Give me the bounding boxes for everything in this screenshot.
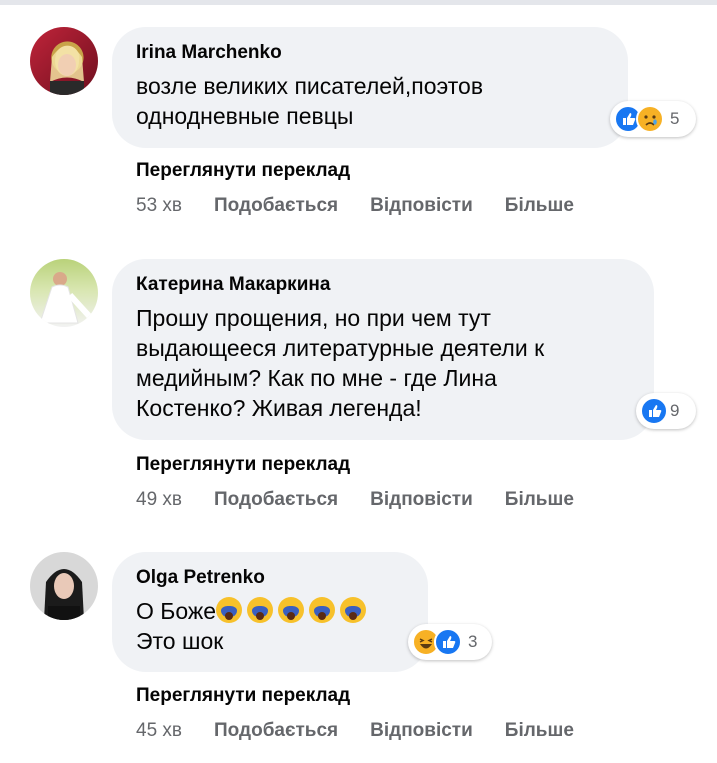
reply-button[interactable]: Відповісти xyxy=(370,195,473,217)
like-reaction-icon xyxy=(434,628,462,656)
reaction-count: 9 xyxy=(670,401,680,420)
more-button[interactable]: Більше xyxy=(505,489,574,511)
comment-actions: 45 хв Подобається Відповісти Більше xyxy=(136,720,606,742)
see-translation-link[interactable]: Переглянути переклад xyxy=(136,160,350,182)
comment-time[interactable]: 49 хв xyxy=(136,489,182,511)
comment-author[interactable]: Катерина Макаркина xyxy=(136,273,630,297)
comment-bubble: Irina Marchenko возле великих писателей,… xyxy=(112,27,628,148)
top-divider xyxy=(0,0,717,5)
avatar[interactable] xyxy=(30,552,98,620)
like-button[interactable]: Подобається xyxy=(214,489,338,511)
more-button[interactable]: Більше xyxy=(505,720,574,742)
like-button[interactable]: Подобається xyxy=(214,195,338,217)
like-reaction-icon xyxy=(640,397,668,425)
face-screaming-emoji-icon xyxy=(309,597,336,623)
face-screaming-emoji-icon xyxy=(278,597,305,623)
reaction-count: 3 xyxy=(468,632,478,651)
face-screaming-emoji-icon xyxy=(216,597,243,623)
see-translation-link[interactable]: Переглянути переклад xyxy=(136,454,350,476)
avatar[interactable] xyxy=(30,259,98,327)
avatar-image xyxy=(44,569,84,620)
reaction-count: 5 xyxy=(670,109,680,128)
reply-button[interactable]: Відповісти xyxy=(370,720,473,742)
reactions-summary[interactable]: 9 xyxy=(636,393,696,429)
comment-time[interactable]: 45 хв xyxy=(136,720,182,742)
comment-text: Прошу прощения, но при чем тут выдающеес… xyxy=(136,305,545,421)
face-screaming-emoji-icon xyxy=(340,597,367,623)
reactions-summary[interactable]: 3 xyxy=(408,624,492,660)
comment-text: О Боже Это шок xyxy=(136,596,404,656)
more-button[interactable]: Більше xyxy=(505,195,574,217)
comment-text: возле великих писателей,поэтов однодневн… xyxy=(136,73,484,129)
comment-actions: 49 хв Подобається Відповісти Більше xyxy=(136,489,606,511)
comment-actions: 53 хв Подобається Відповісти Більше xyxy=(136,195,606,217)
avatar[interactable] xyxy=(30,27,98,95)
avatar-image xyxy=(39,272,93,324)
reply-button[interactable]: Відповісти xyxy=(370,489,473,511)
comment-text-line: О Боже xyxy=(136,596,404,626)
comment-author[interactable]: Irina Marchenko xyxy=(136,41,604,65)
sad-reaction-icon xyxy=(636,105,664,133)
comment-time[interactable]: 53 хв xyxy=(136,195,182,217)
avatar-image xyxy=(50,46,84,95)
face-screaming-emoji-icon xyxy=(247,597,274,623)
comment-bubble: Катерина Макаркина Прошу прощения, но пр… xyxy=(112,259,654,440)
comment-bubble: Olga Petrenko О Боже Это шок xyxy=(112,552,428,672)
comment-author[interactable]: Olga Petrenko xyxy=(136,566,404,590)
reactions-summary[interactable]: 5 xyxy=(610,101,696,137)
see-translation-link[interactable]: Переглянути переклад xyxy=(136,685,350,707)
like-button[interactable]: Подобається xyxy=(214,720,338,742)
comment-text-line: Это шок xyxy=(136,628,224,654)
